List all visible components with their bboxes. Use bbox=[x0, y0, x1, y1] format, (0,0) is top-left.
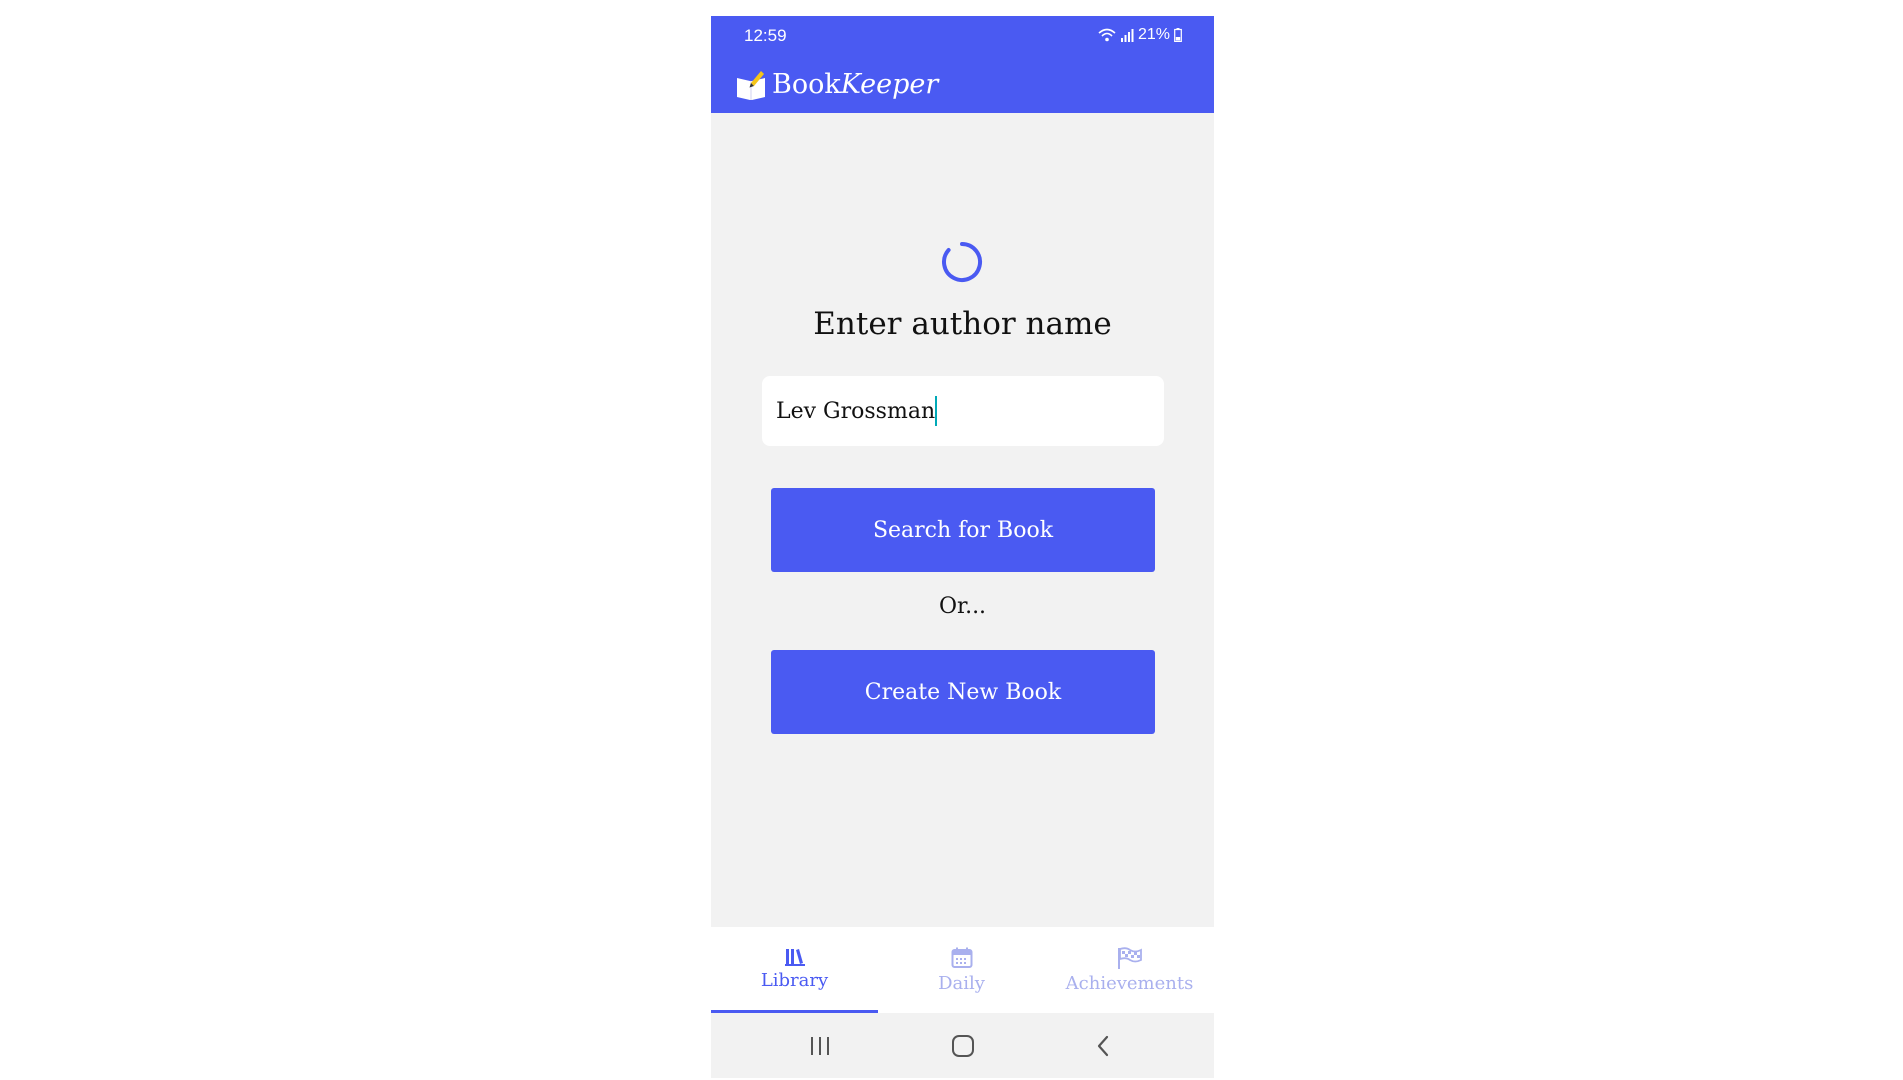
search-for-book-button[interactable]: Search for Book bbox=[771, 488, 1155, 572]
tab-daily[interactable]: Daily bbox=[878, 927, 1045, 1013]
checkered-flag-icon bbox=[1117, 946, 1143, 969]
recent-apps-icon[interactable] bbox=[800, 1031, 840, 1061]
bottom-tab-bar: Library Daily Achievements bbox=[711, 927, 1214, 1013]
brand-book: Book bbox=[772, 69, 841, 100]
author-name-input[interactable]: Lev Grossman bbox=[762, 376, 1164, 446]
tab-achievements[interactable]: Achievements bbox=[1045, 927, 1214, 1013]
brand-name: BookKeeper bbox=[772, 68, 938, 102]
wifi-icon bbox=[1098, 28, 1116, 42]
loading-spinner-icon bbox=[942, 242, 983, 282]
home-icon[interactable] bbox=[943, 1031, 983, 1061]
battery-icon bbox=[1174, 28, 1182, 42]
or-separator: Or... bbox=[938, 594, 987, 619]
tab-library[interactable]: Library bbox=[711, 927, 878, 1013]
app-logo: BookKeeper bbox=[734, 68, 938, 102]
signal-icon bbox=[1120, 28, 1134, 42]
calendar-icon bbox=[951, 947, 973, 969]
tab-library-label: Library bbox=[760, 970, 829, 991]
app-bar: 12:59 21% BookKeeper bbox=[711, 16, 1214, 113]
book-pencil-icon bbox=[734, 68, 768, 102]
system-nav-bar bbox=[711, 1013, 1214, 1078]
brand-keeper: Keeper bbox=[840, 69, 939, 100]
text-caret bbox=[935, 396, 938, 426]
tab-daily-label: Daily bbox=[938, 972, 985, 994]
battery-percent: 21% bbox=[1137, 26, 1170, 43]
page-heading: Enter author name bbox=[813, 306, 1112, 342]
library-icon bbox=[784, 946, 806, 966]
phone-screen: 12:59 21% BookKeeper Enter author name L… bbox=[711, 16, 1214, 1078]
status-indicators: 21% bbox=[1098, 26, 1182, 44]
tab-achievements-label: Achievements bbox=[1065, 972, 1194, 994]
back-icon[interactable] bbox=[1083, 1031, 1123, 1061]
create-new-book-button[interactable]: Create New Book bbox=[771, 650, 1155, 734]
author-name-value: Lev Grossman bbox=[776, 398, 936, 424]
status-time: 12:59 bbox=[744, 26, 787, 45]
